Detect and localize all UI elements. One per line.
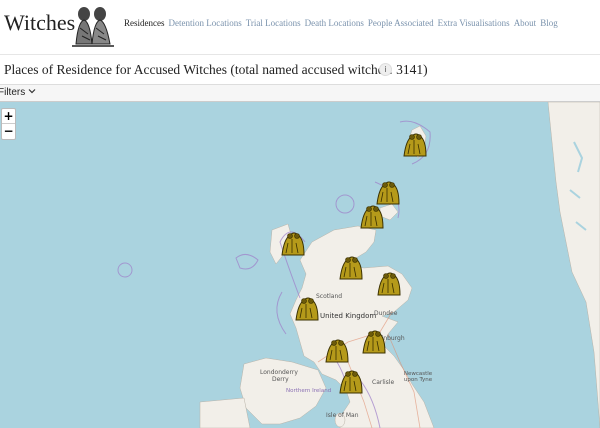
main-nav: Residences Detention Locations Trial Loc… — [124, 18, 562, 28]
witch-marker-icon[interactable] — [359, 327, 387, 355]
zoom-out-button[interactable]: − — [2, 124, 15, 139]
site-brand[interactable]: Witches — [4, 10, 75, 36]
nav-extra-visualisations[interactable]: Extra Visualisations — [438, 18, 510, 28]
zoom-in-button[interactable]: + — [2, 109, 15, 124]
nav-trial-locations[interactable]: Trial Locations — [246, 18, 301, 28]
nav-people-associated[interactable]: People Associated — [368, 18, 434, 28]
witch-marker-icon[interactable] — [278, 229, 306, 257]
map-label-northern-ireland: Northern Ireland — [286, 388, 332, 394]
map-label-united-kingdom: United Kingdom — [320, 312, 377, 320]
map-label-carlisle: Carlisle — [372, 379, 395, 386]
nav-blog[interactable]: Blog — [540, 18, 558, 28]
witch-marker-icon[interactable] — [292, 294, 320, 322]
nav-death-locations[interactable]: Death Locations — [305, 18, 364, 28]
zoom-control: + − — [1, 108, 16, 140]
info-icon[interactable]: i — [379, 63, 392, 76]
nav-about[interactable]: About — [514, 18, 537, 28]
witches-logo-icon[interactable] — [68, 4, 116, 48]
map-label-dundee: Dundee — [374, 310, 398, 317]
title-bar: Places of Residence for Accused Witches … — [0, 55, 600, 85]
map-label-derry: Derry — [272, 376, 289, 383]
page-title: Places of Residence for Accused Witches … — [4, 62, 428, 77]
map-view[interactable]: Scotland United Kingdom Dundee Edinburgh… — [0, 102, 600, 428]
filters-toggle[interactable]: Filters — [0, 87, 25, 98]
witch-marker-icon[interactable] — [400, 130, 428, 158]
site-header: Witches Residences Detention Locations T… — [0, 0, 600, 55]
chevron-down-icon[interactable] — [27, 86, 37, 96]
map-label-newcastle: Newcastle upon Tyne — [403, 371, 433, 383]
map-label-londonderry: Londonderry — [260, 369, 298, 376]
witch-marker-icon[interactable] — [336, 367, 364, 395]
witch-marker-icon[interactable] — [357, 202, 385, 230]
nav-residences[interactable]: Residences — [124, 18, 165, 28]
witch-marker-icon[interactable] — [322, 336, 350, 364]
map-basemap — [117, 102, 600, 428]
witch-marker-icon[interactable] — [374, 269, 402, 297]
map-label-isle-of-man: Isle of Man — [326, 412, 359, 419]
filters-bar[interactable]: Filters — [0, 85, 600, 102]
nav-detention-locations[interactable]: Detention Locations — [169, 18, 242, 28]
witch-marker-icon[interactable] — [336, 253, 364, 281]
